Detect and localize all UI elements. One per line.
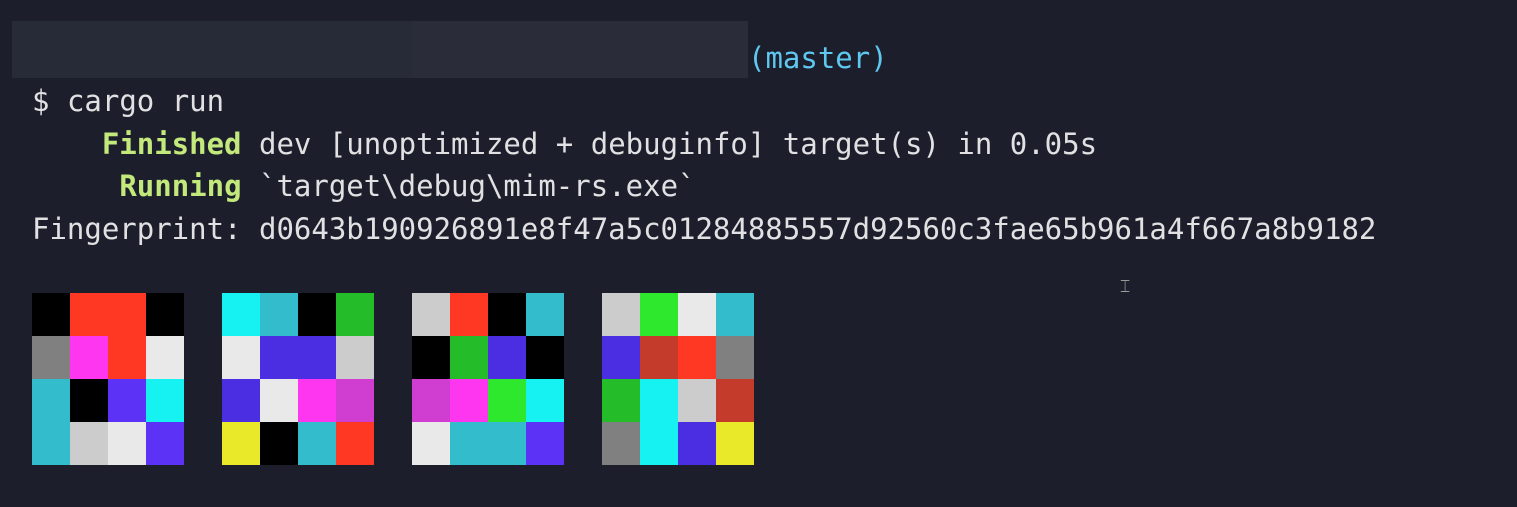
fingerprint-value: d0643b190926891e8f47a5c01284885557d92560… — [258, 212, 1377, 246]
identicon-cell — [336, 336, 374, 379]
identicon-cell — [640, 336, 678, 379]
identicon-cell — [260, 336, 298, 379]
identicon-cell — [146, 293, 184, 336]
redacted-path — [12, 21, 748, 78]
identicon-cell — [108, 422, 146, 465]
command-line: $ cargo run — [32, 81, 224, 121]
finished-line: Finished dev [unoptimized + debuginfo] t… — [32, 124, 1097, 164]
identicon-cell — [602, 293, 640, 336]
identicon-cell — [222, 379, 260, 422]
identicon-cell — [298, 422, 336, 465]
identicon-cell — [260, 293, 298, 336]
identicon-cell — [716, 336, 754, 379]
identicon-cell — [146, 336, 184, 379]
identicon-cell — [678, 336, 716, 379]
identicon-cell — [70, 422, 108, 465]
identicon-cell — [298, 336, 336, 379]
identicon-cell — [260, 422, 298, 465]
identicon-cell — [146, 422, 184, 465]
identicon-cell — [146, 379, 184, 422]
identicon-cell — [488, 336, 526, 379]
identicon-cell — [298, 379, 336, 422]
identicon-3 — [412, 293, 564, 465]
identicon-cell — [70, 336, 108, 379]
prompt-line: (master) — [12, 21, 888, 78]
identicon-cell — [108, 336, 146, 379]
identicon-cell — [640, 422, 678, 465]
identicon-cell — [260, 379, 298, 422]
identicon-cell — [412, 336, 450, 379]
fingerprint-line: Fingerprint: d0643b190926891e8f47a5c0128… — [32, 209, 1376, 249]
identicon-cell — [716, 422, 754, 465]
identicon-cell — [108, 379, 146, 422]
identicon-cell — [488, 293, 526, 336]
identicon-cell — [222, 422, 260, 465]
identicon-cell — [222, 336, 260, 379]
identicon-cell — [602, 379, 640, 422]
running-line: Running `target\debug\mim-rs.exe` — [32, 166, 696, 206]
identicon-cell — [640, 293, 678, 336]
identicon-cell — [70, 379, 108, 422]
identicon-cell — [108, 293, 146, 336]
identicon-1 — [32, 293, 184, 465]
command-text: cargo run — [66, 84, 225, 118]
text-cursor-icon: ⌶ — [1120, 277, 1131, 297]
identicon-cell — [336, 379, 374, 422]
identicon-cell — [32, 293, 70, 336]
git-branch: (master) — [748, 41, 888, 75]
finished-status: Finished — [101, 127, 242, 161]
identicon-cell — [678, 422, 716, 465]
identicon-cell — [488, 422, 526, 465]
identicon-cell — [70, 293, 108, 336]
identicon-cell — [488, 379, 526, 422]
identicon-cell — [450, 293, 488, 336]
identicon-cell — [526, 336, 564, 379]
identicon-cell — [678, 293, 716, 336]
identicon-cell — [716, 293, 754, 336]
identicon-cell — [716, 379, 754, 422]
identicon-cell — [32, 379, 70, 422]
identicon-cell — [222, 293, 260, 336]
identicon-4 — [602, 293, 754, 465]
identicon-2 — [222, 293, 374, 465]
identicon-cell — [526, 422, 564, 465]
identicon-cell — [450, 422, 488, 465]
identicon-cell — [602, 336, 640, 379]
identicon-cell — [298, 293, 336, 336]
identicon-cell — [450, 379, 488, 422]
finished-message: dev [unoptimized + debuginfo] target(s) … — [259, 127, 1098, 161]
identicon-cell — [526, 379, 564, 422]
identicon-cell — [450, 336, 488, 379]
prompt-symbol: $ — [32, 84, 50, 118]
identicon-cell — [336, 293, 374, 336]
identicon-cell — [602, 422, 640, 465]
identicon-cell — [526, 293, 564, 336]
identicon-cell — [336, 422, 374, 465]
identicon-cell — [412, 379, 450, 422]
running-message: `target\debug\mim-rs.exe` — [259, 169, 696, 203]
running-status: Running — [119, 169, 242, 203]
identicon-cell — [678, 379, 716, 422]
identicon-cell — [32, 422, 70, 465]
fingerprint-label: Fingerprint: — [32, 212, 242, 246]
identicon-cell — [32, 336, 70, 379]
identicon-cell — [640, 379, 678, 422]
identicon-cell — [412, 293, 450, 336]
identicon-cell — [412, 422, 450, 465]
